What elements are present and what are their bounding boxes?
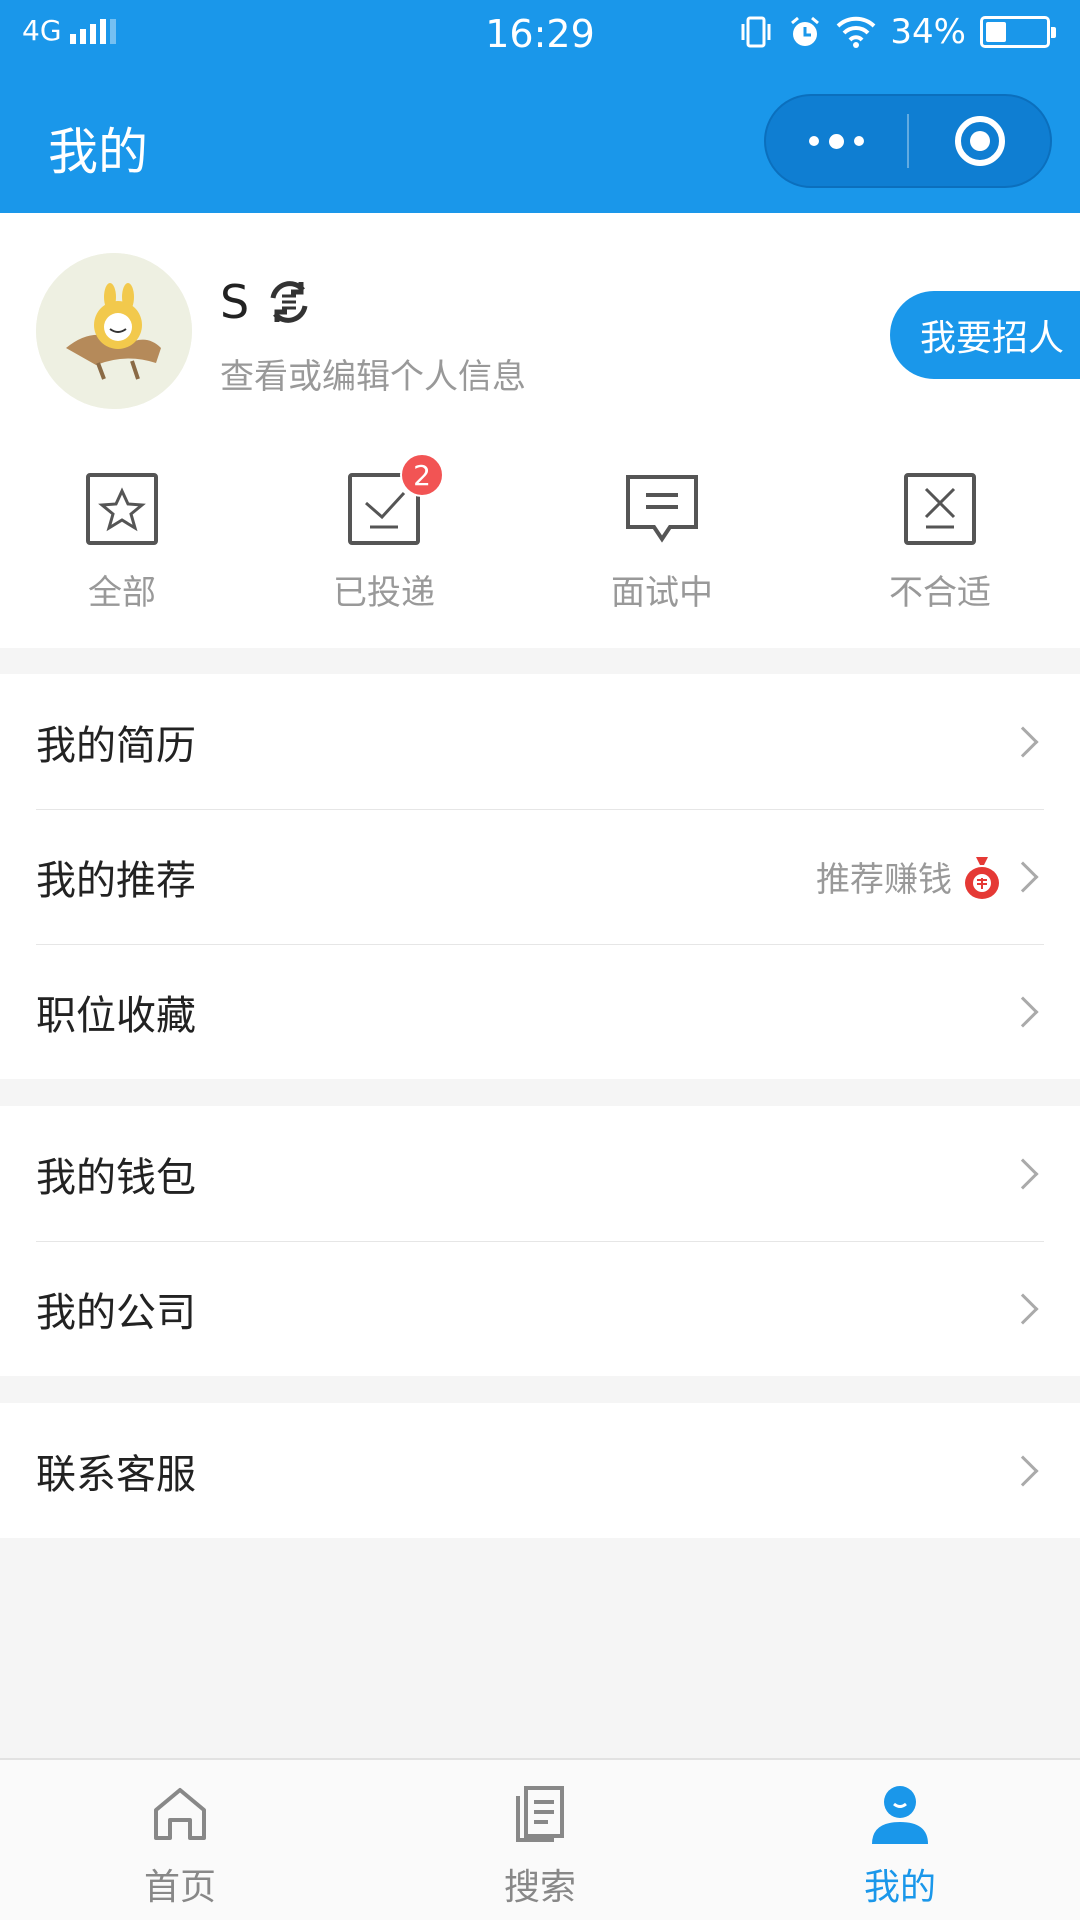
profile-card: S 查看或编辑个人信息 我要招人 全部 2 已投递 面试中 不合适 [0, 213, 1080, 648]
chevron-right-icon [1007, 725, 1039, 758]
stat-unsuitable[interactable]: 不合适 [840, 473, 1040, 614]
menu-item-label: 职位收藏 [36, 992, 196, 1039]
menu-item-resume[interactable]: 我的简历 [0, 674, 1080, 809]
check-icon: 2 [348, 453, 444, 545]
menu-item-company[interactable]: 我的公司 [0, 1241, 1080, 1376]
switch-role-icon[interactable] [263, 276, 315, 328]
edit-profile-link[interactable]: 查看或编辑个人信息 [220, 349, 526, 398]
wifi-icon [837, 16, 876, 48]
tab-home[interactable]: 首页 [80, 1760, 280, 1920]
menu-item-label: 联系客服 [36, 1451, 196, 1498]
user-name: S [220, 275, 250, 329]
user-icon [872, 1786, 928, 1844]
tab-label: 首页 [143, 1867, 216, 1908]
recruit-button[interactable]: 我要招人 [890, 291, 1080, 379]
menu-group-account: 我的钱包 我的公司 [0, 1106, 1080, 1376]
avatar[interactable] [36, 253, 192, 409]
vibrate-icon [741, 16, 771, 48]
notification-badge: 2 [400, 453, 444, 497]
menu-item-label: 我的推荐 [36, 857, 196, 904]
chevron-right-icon [1007, 1454, 1039, 1487]
tab-label: 搜索 [503, 1867, 576, 1908]
application-stats: 全部 2 已投递 面试中 不合适 [0, 453, 1080, 633]
menu-item-customer-service[interactable]: 联系客服 [0, 1403, 1080, 1538]
home-icon [154, 1788, 206, 1840]
mini-program-capsule [764, 94, 1052, 188]
battery-level [986, 22, 1006, 42]
more-button[interactable] [766, 96, 907, 186]
referral-tag: 推荐赚钱 [816, 860, 952, 900]
chevron-right-icon [1007, 860, 1039, 893]
close-button[interactable] [909, 96, 1050, 186]
menu-item-label: 我的公司 [36, 1289, 196, 1336]
document-icon [516, 1786, 564, 1842]
bottom-tab-bar: 首页 搜索 我的 [0, 1758, 1080, 1920]
menu-group-career: 我的简历 我的推荐 推荐赚钱 职位收藏 [0, 674, 1080, 1079]
menu-item-label: 我的钱包 [36, 1154, 196, 1201]
user-name-row[interactable]: S [220, 275, 315, 329]
menu-item-wallet[interactable]: 我的钱包 [0, 1106, 1080, 1241]
tab-me[interactable]: 我的 [800, 1760, 1000, 1920]
chevron-right-icon [1007, 995, 1039, 1028]
menu-item-recommend[interactable]: 我的推荐 推荐赚钱 [0, 809, 1080, 944]
menu-item-label: 我的简历 [36, 722, 196, 769]
stat-interviewing[interactable]: 面试中 [562, 473, 762, 614]
chevron-right-icon [1007, 1292, 1039, 1325]
page-title: 我的 [48, 123, 148, 181]
status-bar: 4G 16:29 34% [0, 0, 1080, 68]
nav-bar: 我的 [0, 68, 1080, 213]
message-icon [626, 475, 698, 543]
x-icon [904, 473, 976, 545]
stat-label: 不合适 [889, 573, 991, 613]
stat-applied[interactable]: 2 已投递 [284, 453, 484, 614]
menu-item-favorites[interactable]: 职位收藏 [0, 944, 1080, 1079]
more-dots-icon [809, 133, 864, 149]
menu-group-support: 联系客服 [0, 1403, 1080, 1538]
star-icon [86, 473, 158, 545]
chevron-right-icon [1007, 1157, 1039, 1190]
money-bag-icon [965, 856, 999, 899]
stat-label: 全部 [88, 573, 156, 613]
tab-label: 我的 [863, 1867, 936, 1908]
battery-percent: 34% [890, 12, 966, 52]
stat-label: 面试中 [611, 573, 713, 613]
stat-label: 已投递 [333, 573, 435, 613]
tab-search[interactable]: 搜索 [440, 1760, 640, 1920]
target-circle-icon [954, 116, 1005, 166]
stat-all[interactable]: 全部 [22, 473, 222, 614]
alarm-icon [791, 16, 820, 46]
avatar-illustration [36, 253, 192, 409]
battery-icon [980, 16, 1056, 48]
